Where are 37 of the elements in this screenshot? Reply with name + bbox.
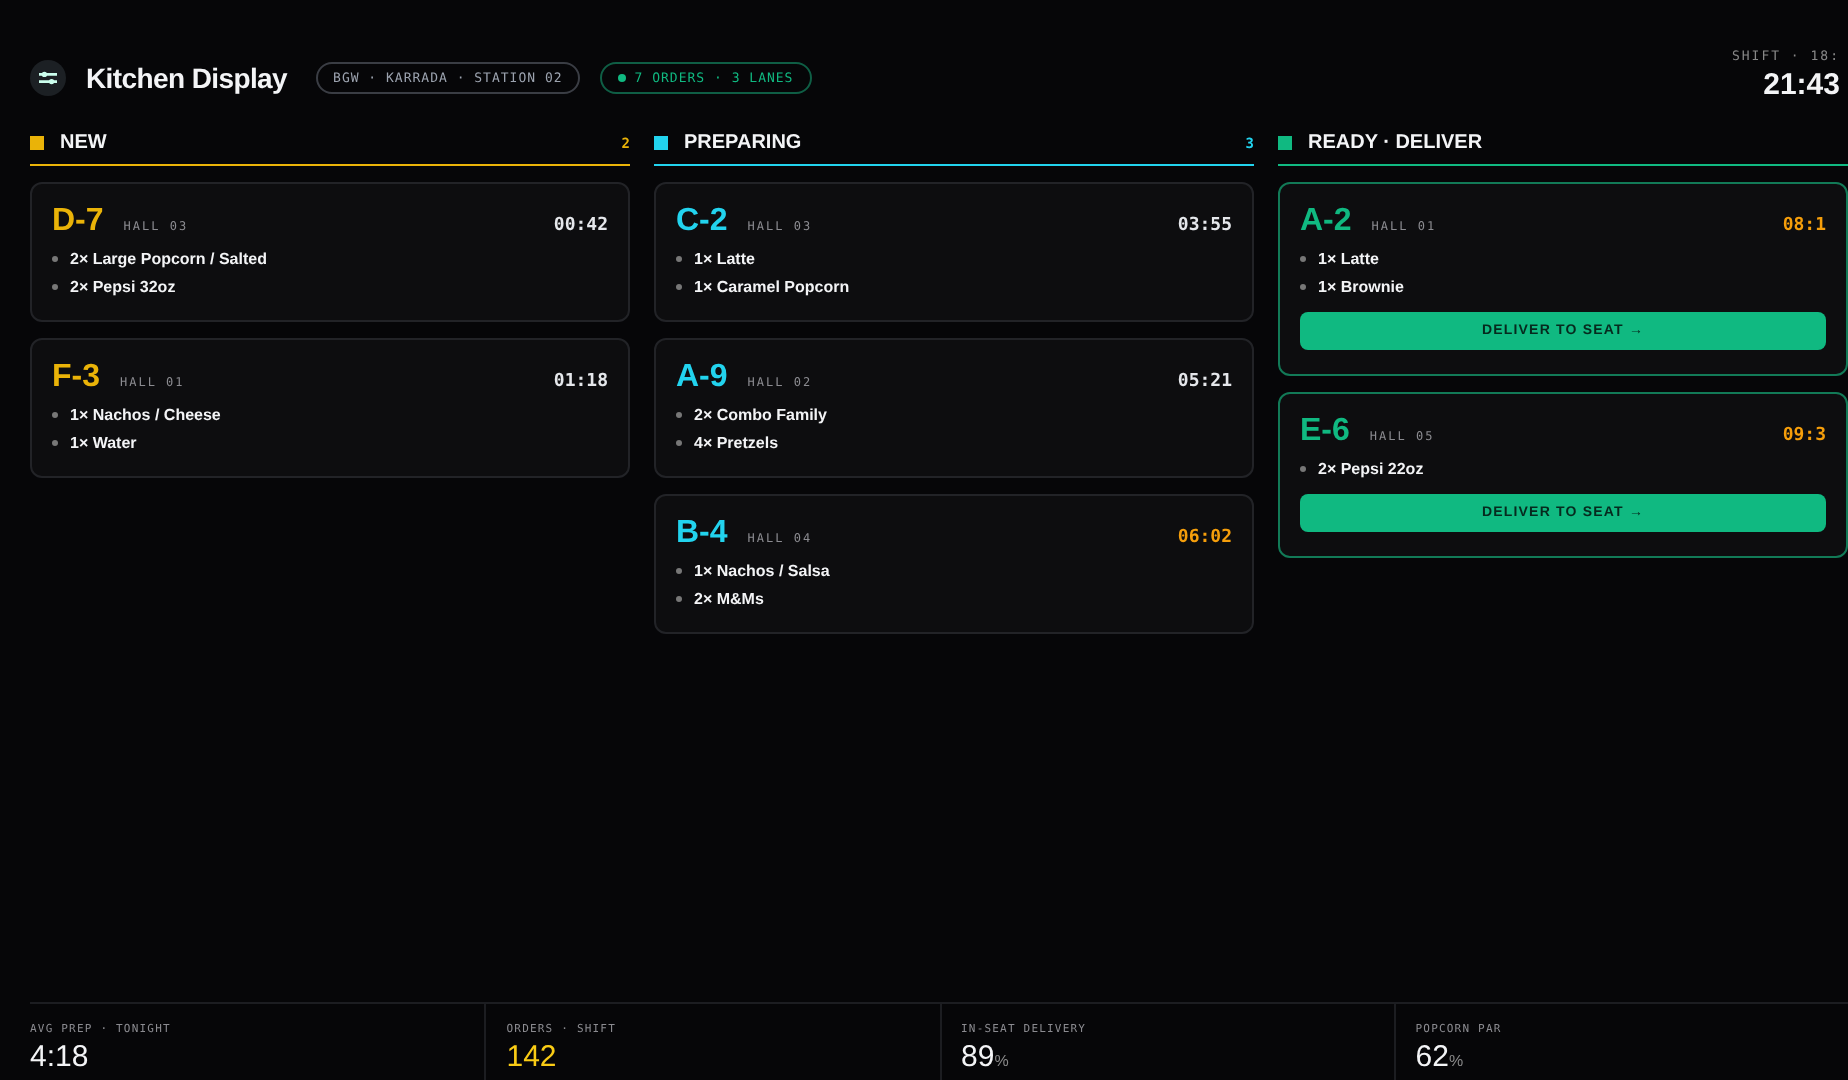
order-item: 2× Combo Family <box>694 406 827 424</box>
clock: 21:43 <box>1763 68 1840 102</box>
order-item: 2× Pepsi 32oz <box>70 278 176 296</box>
lane-title: NEW <box>60 132 109 154</box>
order-item: 4× Pretzels <box>694 434 779 452</box>
order-item: 2× Large Popcorn / Salted <box>70 250 267 268</box>
lane-title: PREPARING <box>684 132 804 154</box>
order-id: F-3 <box>52 360 100 396</box>
order-id: E-6 <box>1300 414 1350 450</box>
order-id: C-2 <box>676 204 728 240</box>
order-item: 1× Latte <box>1318 250 1379 268</box>
order-id: A-2 <box>1300 204 1352 240</box>
order-timer: 09:3 <box>1782 426 1826 446</box>
order-timer: 00:42 <box>553 216 608 236</box>
stat-value: 62% <box>1415 1042 1466 1076</box>
order-item: 2× Pepsi 22oz <box>1318 460 1424 478</box>
order-item: 1× Latte <box>694 250 755 268</box>
order-id: A-9 <box>676 360 728 396</box>
order-item: 1× Nachos / Salsa <box>694 562 830 580</box>
sliders-icon <box>30 60 66 96</box>
order-item: 1× Water <box>70 434 137 452</box>
order-item: 1× Brownie <box>1318 278 1404 296</box>
order-id: B-4 <box>676 516 728 552</box>
order-timer: 01:18 <box>553 372 608 392</box>
order-id: D-7 <box>52 204 104 240</box>
order-timer: 05:21 <box>1177 372 1232 392</box>
order-item: 2× M&Ms <box>694 590 764 608</box>
order-item: 1× Nachos / Cheese <box>70 406 221 424</box>
order-item: 1× Caramel Popcorn <box>694 278 850 296</box>
order-timer: 08:1 <box>1782 216 1826 236</box>
stat-value: 89% <box>961 1042 1011 1076</box>
app-title: Kitchen Display <box>86 62 288 94</box>
order-timer: 06:02 <box>1177 528 1232 548</box>
order-timer: 03:55 <box>1177 216 1232 236</box>
stat-value: 4:18 <box>30 1042 91 1072</box>
stat-value: 142 <box>506 1042 559 1072</box>
lane-title: READY · DELIVER <box>1308 132 1485 154</box>
